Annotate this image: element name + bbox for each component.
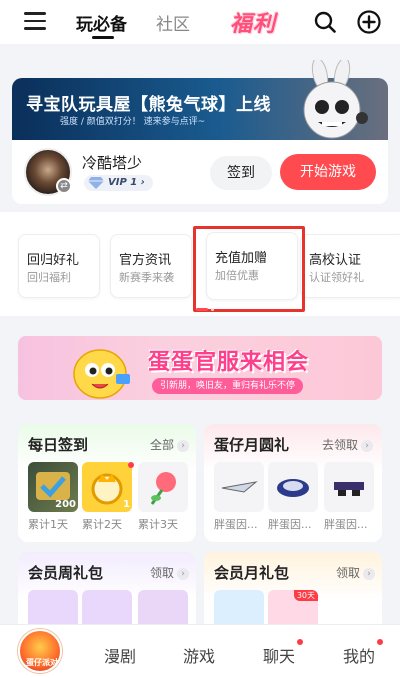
card-subtitle: 认证领好礼 <box>309 271 364 284</box>
card-subtitle: 新赛季来袭 <box>119 271 174 284</box>
card-return-gift[interactable]: 回归好礼 回归福利 <box>18 234 100 298</box>
tab-underline <box>92 36 114 39</box>
nav-home-game-icon[interactable]: 蛋仔派对 <box>18 629 62 673</box>
add-icon[interactable] <box>357 10 381 34</box>
gift-item-3[interactable] <box>324 462 374 512</box>
promo-subtitle: 引新朋，唤旧友，重归有礼乐不停 <box>152 378 304 394</box>
menu-icon[interactable] <box>24 12 46 30</box>
diamond-icon <box>88 177 104 189</box>
username: 冷酷塔少 <box>82 154 143 172</box>
nav-drama[interactable]: 漫剧 <box>104 643 136 667</box>
tab-community[interactable]: 社区 <box>156 10 190 35</box>
promo-title: 蛋蛋官服来相会 <box>148 350 310 375</box>
notification-dot <box>297 639 303 645</box>
vip-badge[interactable]: VIP 1 › <box>84 175 153 191</box>
gift-label: 胖蛋因... <box>324 518 368 531</box>
view-all-link[interactable]: 全部 › <box>150 436 190 453</box>
gift-day3[interactable] <box>138 462 188 512</box>
chevron-right-icon: › <box>361 440 374 452</box>
gift-count: 1 <box>123 499 130 510</box>
daily-checkin-panel: 每日签到 全部 › 200 累计1天 1 累计2天 累计3天 <box>18 424 196 542</box>
top-header: 玩必备 社区 福利 <box>0 0 400 44</box>
carousel-dot <box>211 308 214 311</box>
duration-badge: 30天 <box>293 590 318 601</box>
avatar-switch-icon[interactable]: ⇄ <box>56 178 72 194</box>
promo-banner[interactable]: 蛋蛋官服来相会 引新朋，唤旧友，重归有礼乐不停 <box>18 336 382 400</box>
member-week-panel: 会员周礼包 领取 › <box>18 552 196 640</box>
nav-me[interactable]: 我的 <box>343 643 375 667</box>
user-card: ⇄ 冷酷塔少 VIP 1 › 签到 开始游戏 <box>12 140 388 204</box>
card-title: 官方资讯 <box>119 253 172 268</box>
gift-label: 胖蛋因... <box>214 518 258 531</box>
card-campus-verify[interactable]: 高校认证 认证领好礼 <box>300 234 400 298</box>
tab-must-play[interactable]: 玩必备 <box>76 10 127 35</box>
chevron-right-icon: › <box>177 568 190 580</box>
bottom-nav: 蛋仔派对 漫剧 游戏 聊天 我的 <box>0 624 400 678</box>
panel-title: 会员月礼包 <box>214 564 290 582</box>
checkin-button[interactable]: 签到 <box>210 156 272 190</box>
gift-label: 胖蛋因... <box>268 518 312 531</box>
highlight-box <box>193 226 305 312</box>
gift-label: 累计3天 <box>138 518 178 531</box>
panel-title: 会员周礼包 <box>28 564 104 582</box>
claim-link[interactable]: 领取 › <box>150 564 190 581</box>
search-icon[interactable] <box>314 11 336 33</box>
new-dot <box>128 462 134 468</box>
link-label: 领取 <box>150 566 175 580</box>
card-title: 高校认证 <box>309 253 362 268</box>
egg-moon-gift-panel: 蛋仔月圆礼 去领取 › 胖蛋因... 胖蛋因... 胖蛋因... <box>204 424 382 542</box>
vip-label: VIP 1 <box>108 177 138 188</box>
carousel-dot-active <box>196 308 208 311</box>
start-game-button[interactable]: 开始游戏 <box>280 154 376 190</box>
rose-icon <box>150 472 176 505</box>
nav-home-label: 蛋仔派对 <box>26 658 58 667</box>
link-label: 全部 <box>150 438 175 452</box>
gift-item-2[interactable] <box>268 462 318 512</box>
outfit-icon <box>277 479 309 497</box>
banner-subtitle: 强度 / 颜值双打分！ 速来参与点评~ <box>60 117 206 127</box>
chevron-right-icon: › <box>177 440 190 452</box>
gift-label: 累计2天 <box>82 518 122 531</box>
panel-title: 每日签到 <box>28 436 89 454</box>
claim-link[interactable]: 领取 › <box>336 564 376 581</box>
link-label: 去领取 <box>322 438 359 452</box>
nav-chat[interactable]: 聊天 <box>263 643 295 667</box>
card-official-news[interactable]: 官方资讯 新赛季来袭 <box>110 234 192 298</box>
link-label: 领取 <box>336 566 361 580</box>
nav-games[interactable]: 游戏 <box>183 643 215 667</box>
gift-day2[interactable]: 1 <box>82 462 132 512</box>
card-title: 回归好礼 <box>27 253 80 268</box>
card-subtitle: 回归福利 <box>27 271 71 284</box>
rabbit-mascot-image <box>303 60 368 139</box>
gift-item-1[interactable] <box>214 462 264 512</box>
welfare-label: 福利 <box>229 12 276 37</box>
member-month-panel: 会员月礼包 领取› 100 30天 <box>204 552 382 640</box>
carousel-indicator <box>0 308 400 312</box>
panel-title: 蛋仔月圆礼 <box>214 436 290 454</box>
egg-mascot-image <box>73 349 130 399</box>
gift-count: 200 <box>55 499 76 510</box>
chevron-right-icon: › <box>363 568 376 580</box>
shoes-icon <box>334 482 364 496</box>
gift-day1[interactable]: 200 <box>28 462 78 512</box>
notification-dot <box>377 639 383 645</box>
gift-label: 累计1天 <box>28 518 68 531</box>
banner-title: 寻宝队玩具屋【熊兔气球】上线 <box>26 95 271 115</box>
claim-link[interactable]: 去领取 › <box>322 436 374 453</box>
glider-icon <box>221 481 258 493</box>
welfare-tab[interactable]: 福利 <box>224 6 282 37</box>
